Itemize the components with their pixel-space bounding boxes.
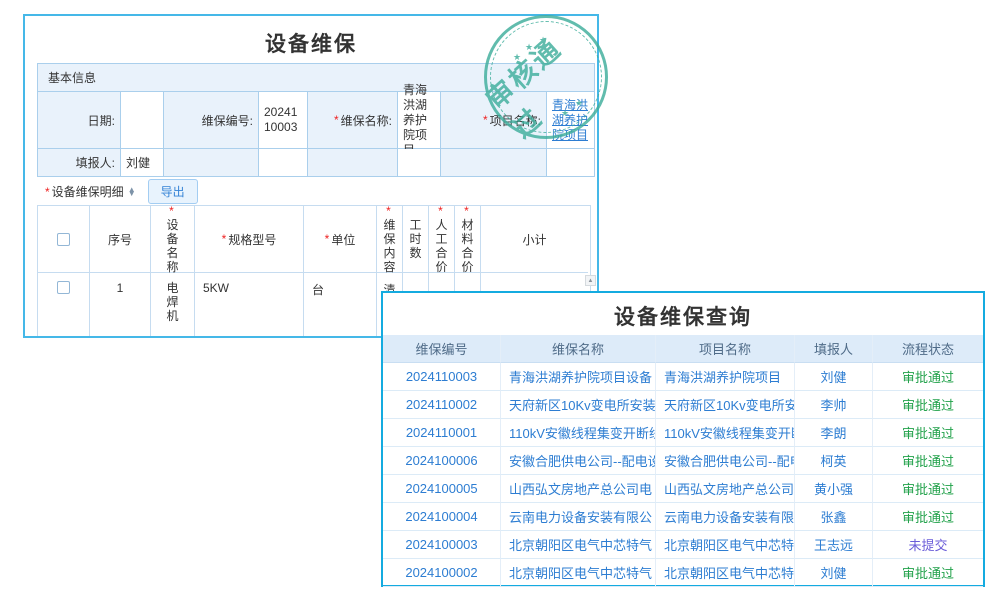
basic-info-header: 基本信息: [38, 64, 594, 92]
cell-status: 审批通过: [873, 391, 983, 419]
table-row: 2024110001110kV安徽线程集变开断线110kV安徽线程集变开断线李朗…: [383, 419, 983, 447]
cell-reporter: 黄小强: [795, 475, 873, 503]
cell-status: 审批通过: [873, 419, 983, 447]
cell-maintenance-name[interactable]: 安徽合肥供电公司--配电设: [501, 447, 656, 475]
cell-reporter: 王志远: [795, 531, 873, 559]
form-title: 设备维保: [25, 28, 597, 58]
cell-reporter: 李帅: [795, 391, 873, 419]
col-subtotal: 小计: [481, 206, 588, 273]
required-star: *: [483, 113, 488, 127]
cell-reporter: 李朗: [795, 419, 873, 447]
screen: 设备维保 ★ ★ ★ ★ ★ 审核通过 基本信息 日期: 维保编号: 20241…: [0, 0, 1000, 600]
cell-project-name[interactable]: 青海洪湖养护院项目: [656, 363, 795, 391]
cell-reporter: 刘健: [795, 559, 873, 587]
col-content: *维保内容: [377, 206, 403, 273]
cell-project-name[interactable]: 山西弘文房地产总公司电: [656, 475, 795, 503]
query-table-body: 2024110003青海洪湖养护院项目设备青海洪湖养护院项目刘健审批通过2024…: [383, 363, 983, 587]
required-star: *: [334, 113, 339, 127]
maintenance-form-panel: 设备维保 ★ ★ ★ ★ ★ 审核通过 基本信息 日期: 维保编号: 20241…: [23, 14, 599, 338]
date-value[interactable]: [121, 92, 164, 149]
project-link[interactable]: 青海洪湖养护院项目: [552, 98, 589, 143]
cell-maintenance-name[interactable]: 青海洪湖养护院项目设备: [501, 363, 656, 391]
row-seq: 1: [90, 273, 151, 336]
table-row: 2024100004云南电力设备安装有限公云南电力设备安装有限公张鑫审批通过: [383, 503, 983, 531]
query-title: 设备维保查询: [383, 301, 983, 331]
cell-maintenance-no[interactable]: 2024100002: [383, 559, 501, 587]
table-row: 2024110002天府新区10Kv变电所安装天府新区10Kv变电所安装李帅审批…: [383, 391, 983, 419]
header-project-name: 项目名称: [656, 335, 795, 363]
cell-status: 审批通过: [873, 475, 983, 503]
date-label: 日期:: [38, 92, 121, 149]
header-maintenance-no: 维保编号: [383, 335, 501, 363]
maintenance-no-value: 2024110003: [264, 105, 302, 135]
query-panel: 设备维保查询 维保编号 维保名称 项目名称 填报人 流程状态 202411000…: [381, 291, 985, 587]
detail-toolbar: * 设备维保明细 ▲▼ 导出: [45, 179, 198, 204]
detail-section-label: 设备维保明细: [52, 183, 124, 200]
reporter-value: 刘健: [121, 149, 164, 176]
header-maintenance-name: 维保名称: [501, 335, 656, 363]
col-material-cost: *材料合价: [455, 206, 481, 273]
cell-maintenance-no[interactable]: 2024110001: [383, 419, 501, 447]
cell-status: 审批通过: [873, 503, 983, 531]
cell-maintenance-no[interactable]: 2024100006: [383, 447, 501, 475]
header-status: 流程状态: [873, 335, 983, 363]
export-button[interactable]: 导出: [148, 179, 198, 204]
cell-maintenance-name[interactable]: 北京朝阳区电气中芯特气: [501, 531, 656, 559]
cell-reporter: 张鑫: [795, 503, 873, 531]
col-hours: 工时数: [403, 206, 429, 273]
cell-project-name[interactable]: 安徽合肥供电公司--配电设: [656, 447, 795, 475]
cell-maintenance-no[interactable]: 2024110002: [383, 391, 501, 419]
required-star: *: [45, 185, 50, 199]
cell-project-name[interactable]: 北京朝阳区电气中芯特气: [656, 531, 795, 559]
cell-maintenance-no[interactable]: 2024100004: [383, 503, 501, 531]
row-model: 5KW: [195, 273, 304, 336]
row-unit: 台: [304, 273, 377, 336]
row-checkbox[interactable]: [57, 281, 70, 294]
sort-icon[interactable]: ▲▼: [128, 188, 136, 196]
cell-status: 未提交: [873, 531, 983, 559]
table-row: 2024100006安徽合肥供电公司--配电设安徽合肥供电公司--配电设柯英审批…: [383, 447, 983, 475]
basic-info-section: 基本信息 日期: 维保编号: 2024110003 *维保名称: 青海洪湖养护院…: [37, 63, 595, 177]
cell-project-name[interactable]: 天府新区10Kv变电所安装: [656, 391, 795, 419]
cell-status: 审批通过: [873, 447, 983, 475]
reporter-label: 填报人:: [38, 149, 121, 176]
col-unit: *单位: [304, 206, 377, 273]
cell-status: 审批通过: [873, 559, 983, 587]
maintenance-no-label: 维保编号:: [164, 92, 259, 149]
query-table: 维保编号 维保名称 项目名称 填报人 流程状态 2024110003青海洪湖养护…: [383, 335, 983, 587]
cell-maintenance-name[interactable]: 北京朝阳区电气中芯特气: [501, 559, 656, 587]
cell-maintenance-no[interactable]: 2024100003: [383, 531, 501, 559]
cell-project-name[interactable]: 110kV安徽线程集变开断线: [656, 419, 795, 447]
maintenance-name-label: *维保名称:: [308, 92, 398, 149]
select-all-checkbox[interactable]: [57, 233, 70, 246]
table-row: 2024100005山西弘文房地产总公司电山西弘文房地产总公司电黄小强审批通过: [383, 475, 983, 503]
col-labor-cost: *人工合价: [429, 206, 455, 273]
cell-maintenance-name[interactable]: 天府新区10Kv变电所安装: [501, 391, 656, 419]
cell-maintenance-name[interactable]: 山西弘文房地产总公司电: [501, 475, 656, 503]
cell-reporter: 柯英: [795, 447, 873, 475]
cell-project-name[interactable]: 云南电力设备安装有限公: [656, 503, 795, 531]
cell-project-name[interactable]: 北京朝阳区电气中芯特气: [656, 559, 795, 587]
cell-maintenance-no[interactable]: 2024110003: [383, 363, 501, 391]
col-model: *规格型号: [195, 206, 304, 273]
cell-maintenance-name[interactable]: 110kV安徽线程集变开断线: [501, 419, 656, 447]
query-header-row: 维保编号 维保名称 项目名称 填报人 流程状态: [383, 335, 983, 363]
row-device-name: 电焊机: [151, 273, 195, 336]
scrollbar-up-arrow-icon[interactable]: ▲: [585, 275, 596, 286]
col-device-name: *设备名称: [151, 206, 195, 273]
col-seq: 序号: [90, 206, 151, 273]
project-name-label: *项目名称:: [441, 92, 547, 149]
cell-maintenance-no[interactable]: 2024100005: [383, 475, 501, 503]
maintenance-name-value: 青海洪湖养护院项目: [403, 83, 435, 158]
table-row: 2024110003青海洪湖养护院项目设备青海洪湖养护院项目刘健审批通过: [383, 363, 983, 391]
basic-info-grid: 日期: 维保编号: 2024110003 *维保名称: 青海洪湖养护院项目 *项…: [38, 92, 594, 176]
header-reporter: 填报人: [795, 335, 873, 363]
cell-reporter: 刘健: [795, 363, 873, 391]
table-row: 2024100003北京朝阳区电气中芯特气北京朝阳区电气中芯特气王志远未提交: [383, 531, 983, 559]
cell-maintenance-name[interactable]: 云南电力设备安装有限公: [501, 503, 656, 531]
cell-status: 审批通过: [873, 363, 983, 391]
table-row: 2024100002北京朝阳区电气中芯特气北京朝阳区电气中芯特气刘健审批通过: [383, 559, 983, 587]
